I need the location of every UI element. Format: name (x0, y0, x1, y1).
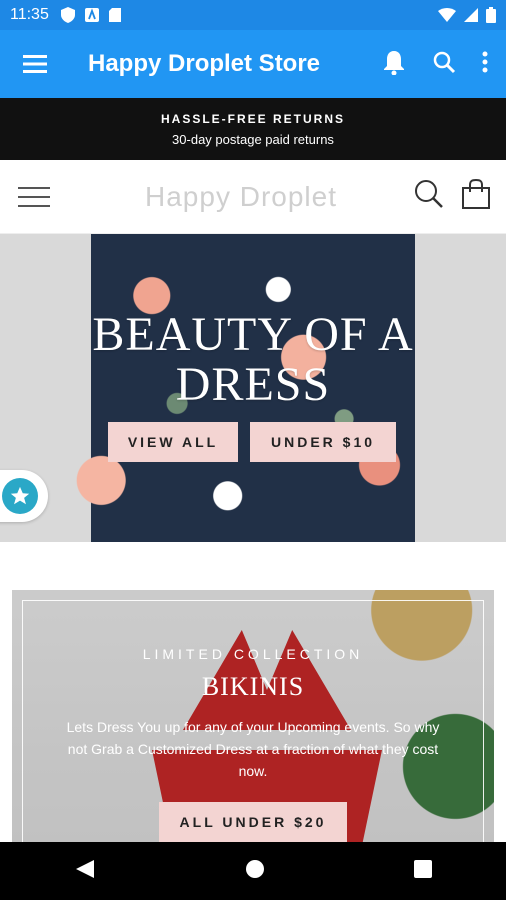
status-system-icons (438, 7, 496, 23)
more-vertical-icon (482, 51, 488, 72)
shopping-bag-icon (462, 178, 490, 209)
collection-eyebrow: LIMITED COLLECTION (142, 646, 364, 662)
all-under-20-button[interactable]: ALL UNDER $20 (159, 802, 347, 842)
status-time: 11:35 (10, 6, 49, 23)
back-button[interactable] (74, 858, 96, 885)
cart-button[interactable] (462, 178, 490, 214)
home-icon (245, 859, 264, 878)
star-icon (10, 486, 30, 505)
notifications-button[interactable] (382, 49, 406, 80)
overflow-menu-button[interactable] (482, 51, 488, 78)
search-button[interactable] (432, 50, 456, 79)
signal-icon (464, 8, 478, 22)
site-menu-button[interactable] (0, 186, 68, 208)
status-notification-icons (60, 7, 121, 23)
collection-title: BIKINIS (201, 672, 305, 701)
system-nav-bar (0, 842, 506, 900)
sd-card-icon (108, 8, 121, 22)
back-icon (76, 859, 95, 878)
reviews-badge-circle (2, 478, 38, 514)
hero-title: BEAUTY OF A DRESS (0, 310, 506, 410)
wifi-icon (438, 8, 456, 22)
site-header: Happy Droplet (0, 160, 506, 234)
hero-title-line2: DRESS (175, 358, 331, 411)
under-10-button[interactable]: UNDER $10 (250, 422, 396, 462)
home-button[interactable] (245, 859, 265, 884)
hero-title-line1: BEAUTY OF A (92, 308, 414, 361)
recents-button[interactable] (413, 859, 432, 883)
site-search-button[interactable] (414, 179, 444, 214)
collection-description: Lets Dress You up for any of your Upcomi… (66, 719, 440, 779)
hero-banner: BEAUTY OF A DRESS VIEW ALL UNDER $10 (0, 234, 506, 542)
menu-icon (23, 55, 47, 73)
view-all-button[interactable]: VIEW ALL (108, 422, 238, 462)
collection-card[interactable]: LIMITED COLLECTION BIKINIS Lets Dress Yo… (12, 590, 494, 842)
app-title: Happy Droplet Store (88, 50, 321, 77)
announcement-title: HASSLE-FREE RETURNS (160, 112, 345, 126)
status-bar: 11:35 (0, 0, 506, 30)
a-box-icon (84, 8, 99, 22)
app-bar: Happy Droplet Store (0, 30, 506, 98)
recents-icon (413, 859, 432, 878)
announcement-subtitle: 30-day postage paid returns (172, 132, 334, 147)
hamburger-icon (18, 186, 50, 207)
search-icon (433, 51, 456, 73)
site-logo[interactable]: Happy Droplet (68, 181, 414, 213)
announcement-bar: HASSLE-FREE RETURNS 30-day postage paid … (0, 98, 506, 160)
bell-icon (384, 50, 404, 75)
shield-icon (60, 7, 75, 23)
search-icon (415, 180, 443, 208)
battery-icon (486, 7, 496, 23)
menu-button[interactable] (0, 54, 70, 74)
